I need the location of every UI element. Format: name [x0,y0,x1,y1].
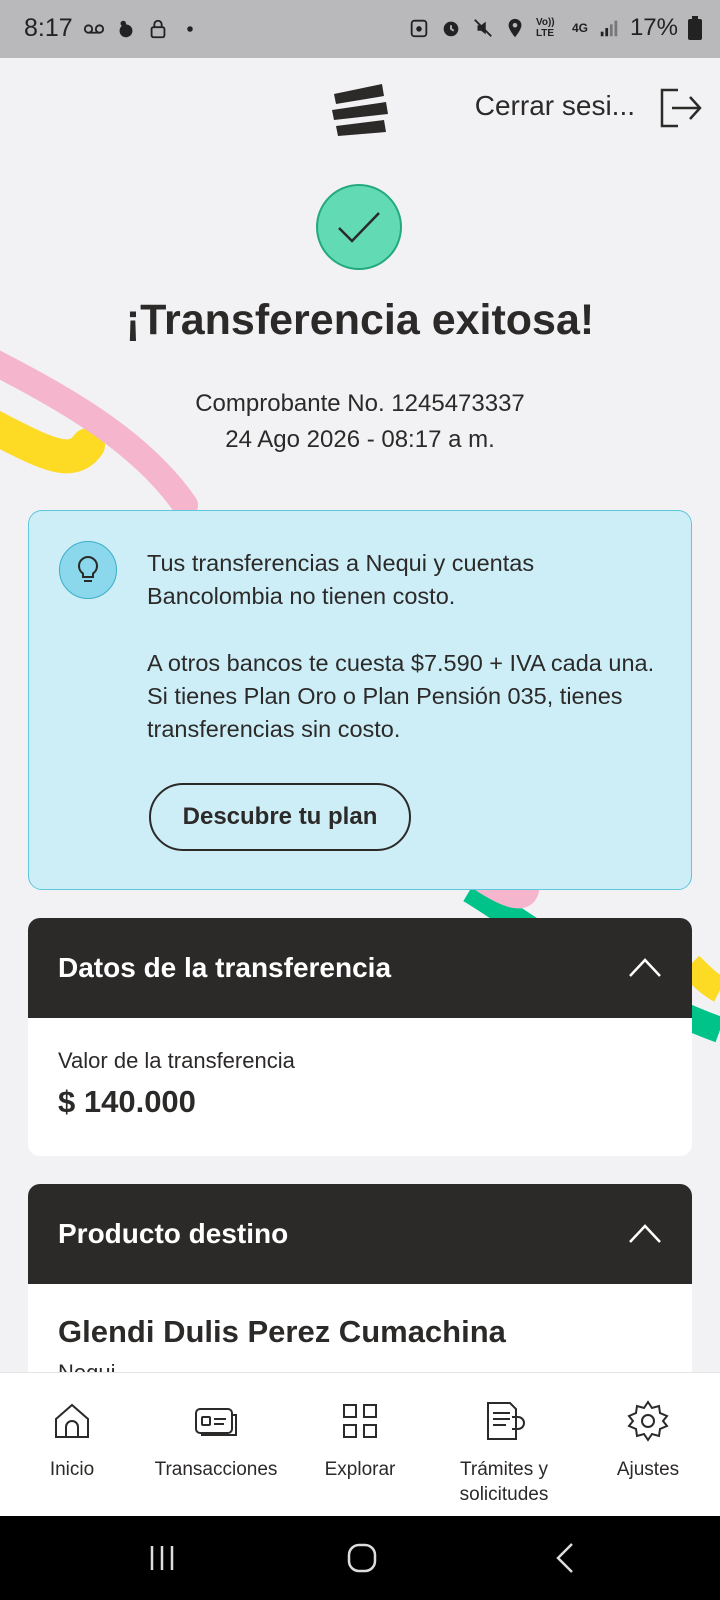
nav-item-explorar[interactable]: Explorar [288,1373,432,1517]
nav-label: Trámites y solicitudes [459,1459,549,1505]
voucher-number: Comprobante No. 1245473337 [195,390,525,417]
logout-label[interactable]: Cerrar sesi... [475,90,635,122]
back-icon[interactable] [550,1542,582,1574]
4g-icon: 4G [571,21,588,35]
voicemail-icon [83,23,104,34]
lock-icon [150,19,166,38]
signal-icon [600,20,618,37]
lightbulb-icon [59,541,117,599]
battery-icon [688,16,702,40]
logout-icon[interactable] [656,84,704,132]
home-button-icon[interactable] [346,1542,378,1574]
nav-item-ajustes[interactable]: Ajustes [576,1373,720,1517]
transfer-data-heading: Datos de la transferencia [58,952,392,983]
info-paragraph-1: Tus transferencias a Nequi y cuentas Ban… [147,550,535,609]
check-icon [338,212,380,243]
bottom-navigation: Inicio Transacciones Explorar Trámites y… [0,1372,720,1517]
system-navigation-bar [0,1516,720,1600]
home-icon [55,1403,89,1438]
chevron-up-icon[interactable] [628,1222,662,1244]
info-text: Tus transferencias a Nequi y cuentas Ban… [147,547,667,780]
status-time: 8:17 [24,14,73,42]
location-icon [508,18,522,38]
mute-icon [474,19,492,37]
destination-heading: Producto destino [58,1218,289,1249]
success-check-badge [316,184,402,270]
page-title: ¡Transferencia exitosa! [125,296,595,344]
recent-apps-icon[interactable] [146,1542,178,1574]
vpn-icon [410,19,428,38]
nav-label: Inicio [49,1459,95,1480]
info-paragraph-2: A otros bancos te cuesta $7.590 + IVA ca… [147,650,655,742]
dot-icon [186,25,193,32]
document-icon [487,1402,525,1440]
nav-label: Transacciones [154,1459,278,1480]
destination-header[interactable]: Producto destino [28,1184,692,1284]
battery-percent: 17% [629,14,678,41]
grid-icon [343,1404,377,1438]
nav-label: Explorar [324,1459,396,1480]
nav-item-transacciones[interactable]: Transacciones [144,1373,288,1517]
gear-icon [627,1400,669,1442]
voucher-info: Comprobante No. 1245473337 24 Ago 2026 -… [0,386,720,458]
nav-item-tramites[interactable]: Trámites y solicitudes [432,1373,576,1517]
voucher-datetime: 24 Ago 2026 - 08:17 a m. [225,426,495,453]
cost-info-card: Tus transferencias a Nequi y cuentas Ban… [28,510,692,890]
nav-item-inicio[interactable]: Inicio [0,1373,144,1517]
destination-name: Glendi Dulis Perez Cumachina [58,1314,506,1349]
volte-icon: Vo)) LTE [535,17,555,39]
transactions-icon [195,1408,237,1436]
status-bar: 8:17 Vo)) LTE 4G 17% [0,0,720,58]
notification-icon [119,20,133,37]
alarm-icon [443,21,459,37]
transfer-data-header[interactable]: Datos de la transferencia [28,918,692,1018]
discover-plan-button[interactable]: Descubre tu plan [149,783,411,851]
transfer-value-label: Valor de la transferencia [58,1048,295,1073]
transfer-value: $ 140.000 [58,1084,196,1119]
nav-label: Ajustes [616,1459,680,1480]
transfer-data-body: Valor de la transferencia $ 140.000 [28,1018,692,1156]
bancolombia-logo-icon [332,84,388,136]
chevron-up-icon[interactable] [628,956,662,978]
